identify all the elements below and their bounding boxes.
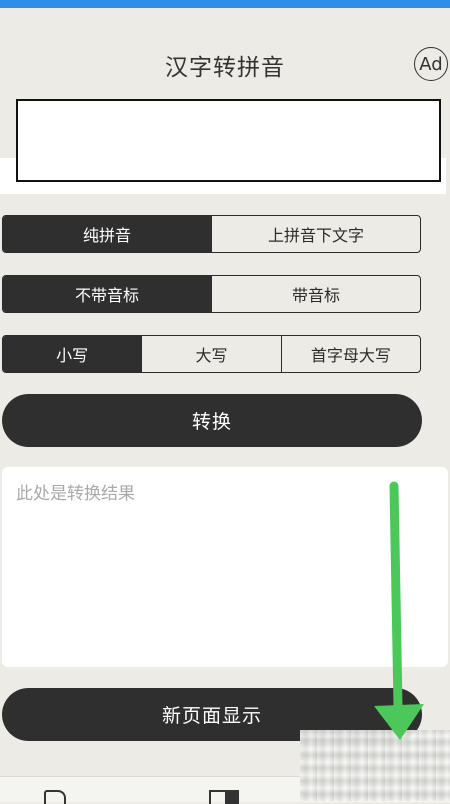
page-title: 汉字转拼音 [165, 55, 285, 81]
option-capitalize-first[interactable]: 首字母大写 [280, 336, 420, 372]
option-uppercase[interactable]: 大写 [141, 336, 280, 372]
tone-mode-selector: 不带音标 带音标 [2, 275, 421, 313]
option-pure-pinyin[interactable]: 纯拼音 [3, 216, 211, 252]
result-placeholder: 此处是转换结果 [16, 484, 135, 504]
option-with-tone[interactable]: 带音标 [211, 276, 420, 312]
pinyin-mode-selector: 纯拼音 上拼音下文字 [2, 215, 421, 253]
option-no-tone[interactable]: 不带音标 [3, 276, 211, 312]
green-arrow-annotation-icon [374, 481, 424, 740]
phone-rotate-icon[interactable] [44, 790, 66, 804]
option-lowercase[interactable]: 小写 [3, 336, 142, 372]
ad-badge-button[interactable]: Ad [414, 47, 448, 81]
option-pinyin-above-text[interactable]: 上拼音下文字 [211, 216, 420, 252]
status-bar-strip [0, 0, 450, 8]
split-view-icon[interactable] [209, 790, 239, 804]
case-mode-selector: 小写 大写 首字母大写 [2, 335, 421, 373]
chinese-text-input[interactable] [16, 99, 441, 182]
convert-button[interactable]: 转换 [2, 394, 422, 447]
